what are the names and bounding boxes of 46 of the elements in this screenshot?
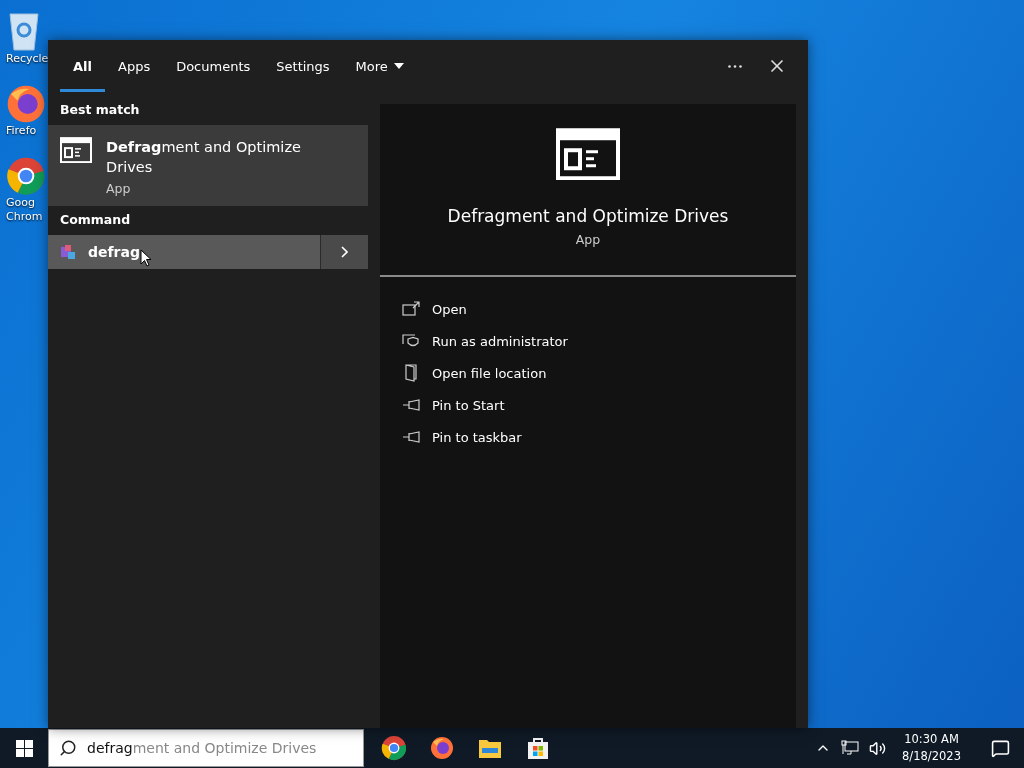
filter-tab[interactable]: Documents xyxy=(163,40,264,92)
firefox-icon xyxy=(430,736,454,760)
open-window-icon xyxy=(402,301,420,318)
action-link[interactable]: Pin to taskbar xyxy=(432,429,522,445)
section-heading: Best match xyxy=(59,101,141,119)
result-title: Defragment and Optimize Drives xyxy=(106,138,302,177)
command-title: defrag xyxy=(88,244,140,260)
filter-tab[interactable]: All xyxy=(60,40,105,92)
clock[interactable]: 10:30 AM 8/18/2023 xyxy=(896,731,967,765)
volume-icon[interactable] xyxy=(869,739,887,757)
desktop-icon-label[interactable]: Recycle xyxy=(6,52,49,66)
action-link[interactable]: Run as administrator xyxy=(432,333,568,349)
notifications-icon[interactable] xyxy=(991,738,1010,758)
folder-outline-icon xyxy=(402,364,420,383)
chevron-right-icon xyxy=(341,246,348,258)
windows-logo-icon xyxy=(15,739,33,757)
desktop-icon-label[interactable]: Firefo xyxy=(6,124,37,138)
desktop-icon-label[interactable]: Chrom xyxy=(6,210,43,224)
search-icon xyxy=(59,739,77,757)
best-match-result[interactable]: Defragment and Optimize Drives App xyxy=(48,125,368,206)
details-type: App xyxy=(575,232,601,248)
ellipsis-icon xyxy=(728,64,742,68)
store-icon xyxy=(527,736,549,760)
pin-icon xyxy=(402,398,420,413)
firefox-icon xyxy=(6,84,46,124)
action-link[interactable]: Open xyxy=(432,301,467,317)
network-icon[interactable] xyxy=(841,740,860,756)
filter-tab[interactable]: Apps xyxy=(105,40,164,92)
desktop-icon-label[interactable]: Goog xyxy=(6,196,35,210)
folder-icon xyxy=(478,737,502,759)
search-field[interactable]: defragment and Optimize Drives xyxy=(48,729,364,767)
chrome-icon xyxy=(381,735,407,761)
app-icon xyxy=(60,137,92,164)
command-result[interactable]: defrag xyxy=(48,235,368,269)
filter-tab[interactable]: Settings xyxy=(263,40,343,92)
details-title: Defragment and Optimize Drives xyxy=(447,206,729,227)
filter-tab[interactable]: More xyxy=(342,40,417,92)
command-icon xyxy=(60,244,76,260)
section-heading: Command xyxy=(59,211,132,229)
pin-icon xyxy=(402,430,420,445)
app-large-icon xyxy=(556,128,620,181)
result-type: App xyxy=(106,181,132,196)
action-link[interactable]: Open file location xyxy=(432,365,547,381)
action-link[interactable]: Pin to Start xyxy=(432,397,505,413)
chrome-icon xyxy=(6,156,46,196)
mouse-cursor-icon xyxy=(140,249,152,267)
